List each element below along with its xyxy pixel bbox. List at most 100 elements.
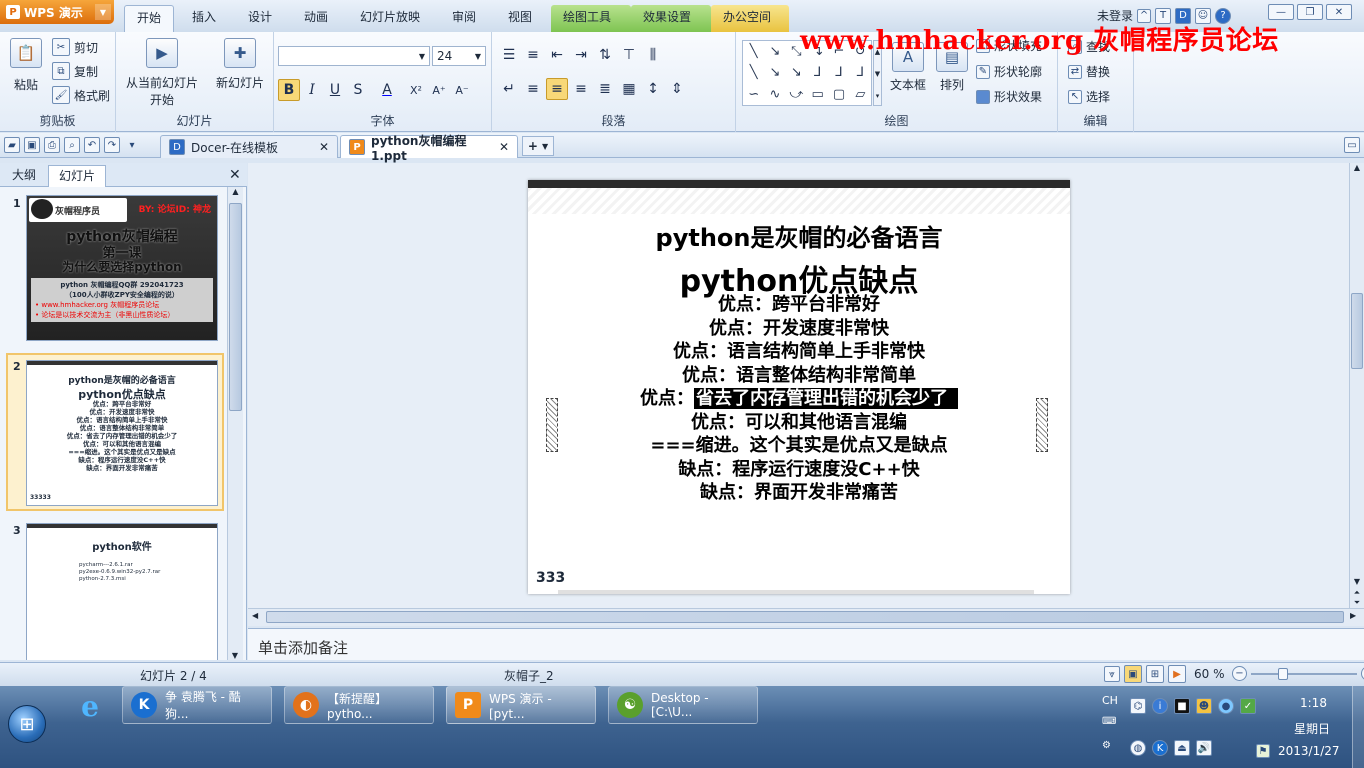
font-name-select[interactable]: ▼ <box>278 46 430 66</box>
underline-button[interactable]: U <box>324 79 346 101</box>
action-center-icon[interactable]: ⚑ <box>1256 744 1270 758</box>
close-icon[interactable]: ✕ <box>319 140 329 154</box>
cut-button[interactable]: ✂ 剪切 <box>52 38 98 56</box>
zoom-slider[interactable]: − + <box>1232 666 1364 681</box>
panel-scroll-thumb[interactable] <box>229 203 242 411</box>
messenger-icon[interactable]: ◍ <box>1130 740 1146 756</box>
tab-slideshow[interactable]: 幻灯片放映 <box>348 5 432 32</box>
new-slide-button[interactable]: ✚ 新幻灯片 <box>210 38 270 91</box>
decrease-indent-icon[interactable]: ⇤ <box>546 44 568 66</box>
scroll-up-icon[interactable]: ▲ <box>228 187 243 201</box>
tab-view[interactable]: 视图 <box>496 5 544 32</box>
taskbar-item-wps[interactable]: P WPS 演示 - [pyt... <box>446 686 596 724</box>
new-tab-button[interactable]: + ▼ <box>522 136 554 156</box>
scroll-down-icon[interactable]: ▼ <box>228 651 242 660</box>
format-painter-button[interactable]: 🖌 格式刷 <box>52 86 110 104</box>
text-wrap-icon[interactable]: ↵ <box>498 78 520 100</box>
superscript-icon[interactable]: X² <box>405 79 427 101</box>
show-desktop-button[interactable] <box>1352 686 1364 768</box>
keyboard-icon[interactable]: ⌨ <box>1102 716 1116 727</box>
text-direction-icon[interactable]: ⇅ <box>594 44 616 66</box>
tab-animation[interactable]: 动画 <box>292 5 340 32</box>
columns-icon[interactable]: ⫼ <box>642 44 664 66</box>
font-size-select[interactable]: 24 ▼ <box>432 46 486 66</box>
strikethrough-button[interactable]: S <box>347 79 369 101</box>
copy-button[interactable]: ⧉ 复制 <box>52 62 98 80</box>
shape-outline-button[interactable]: ✎ 形状轮廓 <box>976 63 1042 80</box>
tab-design[interactable]: 设计 <box>236 5 284 32</box>
close-icon[interactable]: ✕ <box>1326 4 1352 20</box>
taskbar-item-desktop[interactable]: ☯ Desktop - [C:\U... <box>608 686 758 724</box>
doc-tab-docer[interactable]: D Docer-在线模板 ✕ <box>160 135 338 158</box>
line2-shape-icon[interactable]: ╲ <box>750 65 758 80</box>
parallelogram-shape-icon[interactable]: ▱ <box>855 87 865 102</box>
internet-explorer-icon[interactable]: e <box>72 690 108 723</box>
bold-button[interactable]: B <box>278 79 300 101</box>
network-app-icon[interactable]: ⌬ <box>1130 698 1146 714</box>
usb-icon[interactable]: ⏏ <box>1174 740 1190 756</box>
arrow-shape-icon[interactable]: ↘ <box>770 44 781 59</box>
user-app-icon[interactable]: ● <box>1218 698 1234 714</box>
restore-icon[interactable]: ❐ <box>1297 4 1323 20</box>
print-preview-icon[interactable]: ⌕ <box>64 137 80 153</box>
tab-office-space[interactable]: 办公空间 <box>711 5 789 32</box>
shape-effect-button[interactable]: 形状效果 <box>976 88 1042 105</box>
align-text-icon[interactable]: ⊤ <box>618 44 640 66</box>
canvas-horizontal-scrollbar[interactable]: ◀ ▶ <box>248 608 1364 626</box>
align-left-icon[interactable]: ≡ <box>522 78 544 100</box>
close-icon[interactable]: ✕ <box>229 167 241 183</box>
curve3-shape-icon[interactable]: ∿ <box>770 87 781 102</box>
curve4-shape-icon[interactable]: ⤻ <box>789 87 803 102</box>
doc-tab-python-ppt[interactable]: P python灰帽编程1.ppt ✕ <box>340 134 518 163</box>
italic-button[interactable]: I <box>301 79 323 101</box>
align-right-icon[interactable]: ≡ <box>570 78 592 100</box>
tab-drawing-tools[interactable]: 绘图工具 <box>551 5 631 32</box>
taskbar-item-kugou[interactable]: K 争 袁腾飞 - 酷狗... <box>122 686 272 724</box>
clock-date[interactable]: 2013/1/27 <box>1278 744 1340 758</box>
tab-review[interactable]: 审阅 <box>440 5 488 32</box>
zoom-out-icon[interactable]: − <box>1232 666 1247 681</box>
tab-slides[interactable]: 幻灯片 <box>48 165 107 187</box>
ime-settings-icon[interactable]: ⚙ <box>1102 740 1111 751</box>
justify-icon[interactable]: ≣ <box>594 78 616 100</box>
slide-thumbnail-1[interactable]: 灰帽程序员 BY: 论坛ID: 神龙 python灰帽编程 第一课 为什么要选择… <box>26 195 218 341</box>
slide-thumbnail-3[interactable]: python软件 pycharm---2.6.1.rar py2exe-0.6.… <box>26 523 218 660</box>
canvas-scroll-thumb[interactable] <box>1351 293 1363 369</box>
shield-icon[interactable]: ✓ <box>1240 698 1256 714</box>
bullets-icon[interactable]: ☰ <box>498 44 520 66</box>
rect-shape-icon[interactable]: ▭ <box>812 87 824 102</box>
selected-text-highlight[interactable]: 省去了内存管理出错的机会少了 <box>694 388 958 409</box>
zoom-knob[interactable] <box>1277 667 1288 680</box>
tab-list-icon[interactable]: ▭ <box>1344 137 1360 153</box>
grow-font-icon[interactable]: A⁺ <box>428 79 450 101</box>
volume-icon[interactable]: 🔊 <box>1196 740 1212 756</box>
line-shape-icon[interactable]: ╲ <box>750 44 758 59</box>
prev-slide-icon[interactable]: ⏶ <box>1350 588 1364 598</box>
font-color-button[interactable]: A <box>376 79 398 101</box>
connector2-shape-icon[interactable]: ↘ <box>791 65 802 80</box>
numbering-icon[interactable]: ≡ <box>522 44 544 66</box>
redo-icon[interactable]: ↷ <box>104 137 120 153</box>
info-app-icon[interactable]: i <box>1152 698 1168 714</box>
close-icon[interactable]: ✕ <box>499 140 509 154</box>
rounded-rect-shape-icon[interactable]: ▢ <box>833 87 845 102</box>
distribute-icon[interactable]: ▦ <box>618 78 640 100</box>
horizontal-scroll-thumb[interactable] <box>266 611 1344 623</box>
arrow2-shape-icon[interactable]: ↘ <box>770 65 781 80</box>
open-folder-icon[interactable]: ▰ <box>4 137 20 153</box>
start-button[interactable]: ⊞ <box>8 705 46 743</box>
scroll-up-icon[interactable]: ▲ <box>1350 163 1364 177</box>
wps-app-menu-button[interactable]: P WPS 演示 ▼ <box>0 0 114 24</box>
curve2-shape-icon[interactable]: ∽ <box>748 87 759 102</box>
slide-sorter-icon[interactable]: ⊞ <box>1146 665 1164 683</box>
play-from-current-button[interactable]: ▶ 从当前幻灯片 开始 <box>122 38 202 108</box>
input-language[interactable]: CH <box>1102 694 1118 707</box>
taskbar-item-browser[interactable]: ◐ 【新提醒】pytho... <box>284 686 434 724</box>
console-icon[interactable]: ■ <box>1174 698 1190 714</box>
paragraph-spacing-icon[interactable]: ⇕ <box>666 78 688 100</box>
zoom-track[interactable] <box>1251 667 1357 680</box>
elbow4-shape-icon[interactable]: ⅃ <box>857 65 864 80</box>
tab-home[interactable]: 开始 <box>124 5 175 32</box>
slide-thumbnail-2[interactable]: python是灰帽的必备语言 python优点缺点 优点：跨平台非常好 优点：开发… <box>26 360 218 506</box>
elbow2-shape-icon[interactable]: ⅃ <box>814 65 821 80</box>
